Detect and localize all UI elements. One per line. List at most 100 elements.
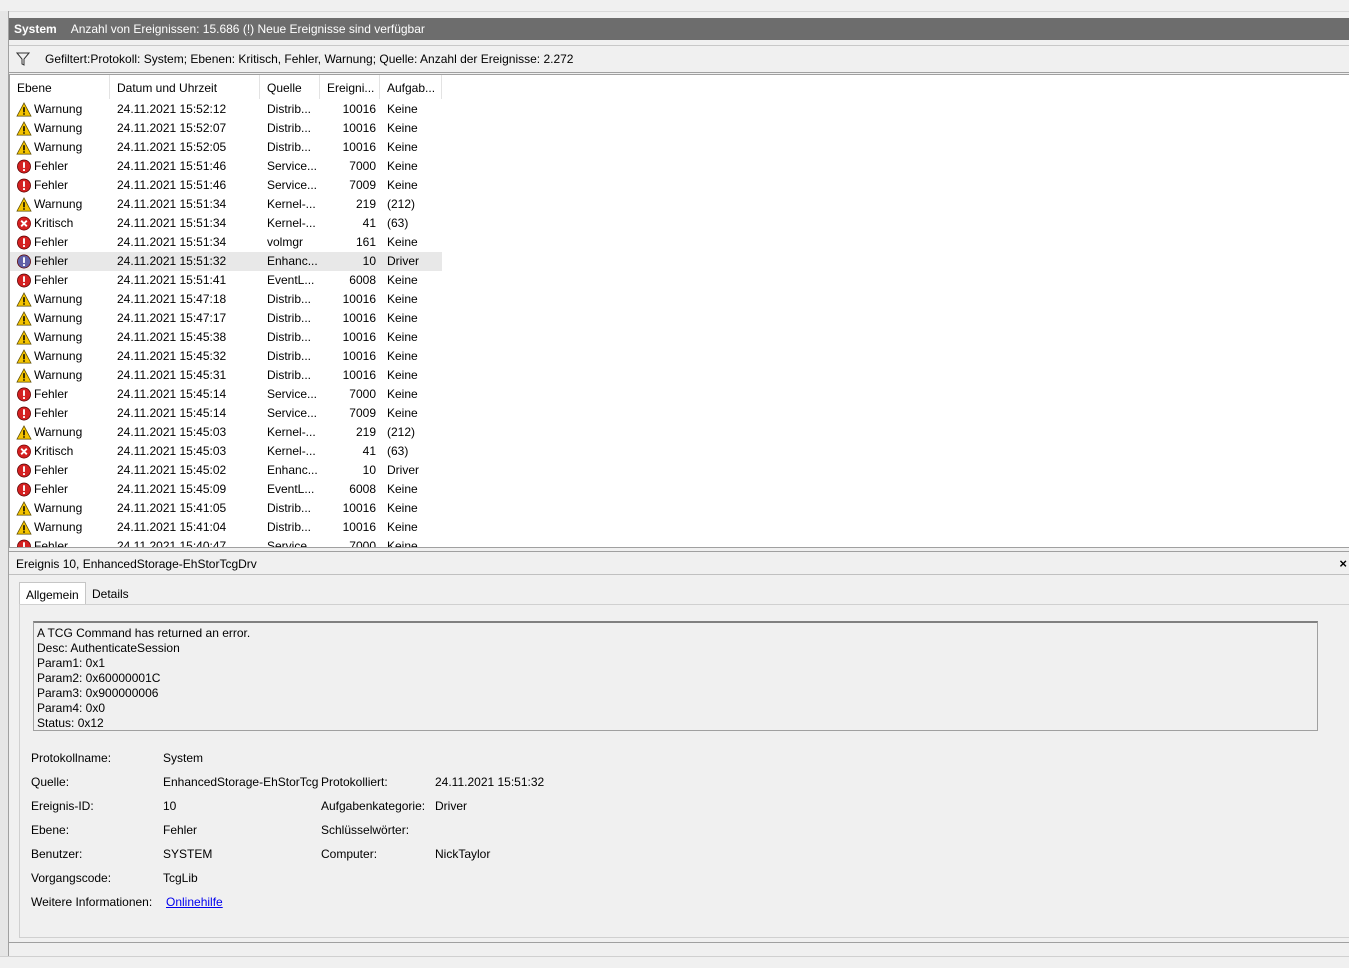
source-cell: Service...	[267, 159, 318, 173]
table-row[interactable]: Fehler 24.11.2021 15:45:02 Enhanc... 10 Driv…	[10, 461, 442, 480]
source-cell: Distrib...	[267, 368, 312, 382]
warning-icon	[16, 140, 32, 155]
event-id-cell: 6008	[349, 273, 376, 287]
level-text: Warnung	[34, 121, 83, 135]
level-cell: Fehler	[14, 404, 114, 423]
event-id-cell: 7000	[349, 387, 376, 401]
table-row[interactable]: Fehler 24.11.2021 15:40:47 Service... 7000 K…	[10, 537, 442, 548]
level-cell: Warnung	[14, 100, 114, 119]
column-header-ereignis-id[interactable]: Ereigni...	[320, 75, 380, 99]
column-header-ebene[interactable]: Ebene	[10, 75, 110, 99]
date-cell: 24.11.2021 15:45:09	[117, 482, 227, 496]
event-description[interactable]: A TCG Command has returned an error. Des…	[33, 621, 1318, 731]
level-cell: Warnung	[14, 518, 114, 537]
level-text: Fehler	[34, 159, 69, 173]
column-header-aufgabenkategorie[interactable]: Aufgab...	[380, 75, 442, 99]
table-row[interactable]: Warnung 24.11.2021 15:47:17 Distrib... 1001…	[10, 309, 442, 328]
source-cell: volmgr	[267, 235, 304, 249]
tab-allgemein[interactable]: Allgemein	[19, 582, 86, 604]
warning-icon	[16, 501, 32, 516]
table-row[interactable]: Fehler 24.11.2021 15:51:41 EventL... 6008 Ke…	[10, 271, 442, 290]
close-icon[interactable]: ×	[1339, 552, 1347, 576]
onlinehilfe-link[interactable]: Onlinehilfe	[166, 895, 223, 909]
table-row[interactable]: Warnung 24.11.2021 15:47:18 Distrib... 1001…	[10, 290, 442, 309]
event-id-cell: 10016	[342, 501, 376, 515]
table-row[interactable]: Warnung 24.11.2021 15:52:05 Distrib... 1001…	[10, 138, 442, 157]
source-cell: Distrib...	[267, 349, 312, 363]
event-id-cell: 10016	[342, 311, 376, 325]
table-row[interactable]: Fehler 24.11.2021 15:45:09 EventL... 6008 Ke…	[10, 480, 442, 499]
date-cell: 24.11.2021 15:52:05	[117, 140, 227, 154]
task-category-cell: Keine	[387, 159, 418, 173]
date-cell: 24.11.2021 15:51:34	[117, 216, 227, 230]
level-text: Fehler	[34, 178, 69, 192]
column-header-quelle[interactable]: Quelle	[260, 75, 320, 99]
weitere-informationen-label: Weitere Informationen:	[31, 895, 153, 909]
table-row-selected[interactable]: Fehler 24.11.2021 15:51:32 Enhanc... 10 Driv…	[10, 252, 442, 271]
table-row[interactable]: Fehler 24.11.2021 15:51:34 volmgr 161 Keine	[10, 233, 442, 252]
table-row[interactable]: Kritisch 24.11.2021 15:51:34 Kernel-... 41 (…	[10, 214, 442, 233]
table-row[interactable]: Warnung 24.11.2021 15:41:04 Distrib... 1001…	[10, 518, 442, 537]
level-cell: Warnung	[14, 138, 114, 157]
table-row[interactable]: Warnung 24.11.2021 15:52:12 Distrib... 1001…	[10, 100, 442, 119]
log-title-bar: System Anzahl von Ereignissen: 15.686 (!)…	[9, 18, 1349, 40]
event-id-cell: 7009	[349, 178, 376, 192]
source-cell: Distrib...	[267, 330, 312, 344]
table-row[interactable]: Warnung 24.11.2021 15:45:32 Distrib... 1001…	[10, 347, 442, 366]
ebene-label: Ebene:	[31, 823, 70, 837]
event-list[interactable]: Ebene Datum und Uhrzeit Quelle Ereigni..…	[9, 74, 1349, 548]
event-id-cell: 10016	[342, 121, 376, 135]
tab-details[interactable]: Details	[86, 582, 135, 604]
warning-icon	[16, 121, 32, 136]
level-text: Warnung	[34, 197, 83, 211]
table-row[interactable]: Warnung 24.11.2021 15:45:38 Distrib... 1001…	[10, 328, 442, 347]
table-row[interactable]: Warnung 24.11.2021 15:45:03 Kernel-... 219 (…	[10, 423, 442, 442]
table-row[interactable]: Warnung 24.11.2021 15:45:31 Distrib... 1001…	[10, 366, 442, 385]
source-cell: Distrib...	[267, 121, 312, 135]
table-row[interactable]: Kritisch 24.11.2021 15:45:03 Kernel-... 41 (…	[10, 442, 442, 461]
critical-icon	[17, 444, 31, 459]
level-text: Warnung	[34, 292, 83, 306]
task-category-cell: Driver	[387, 463, 419, 477]
error-icon	[17, 254, 31, 269]
protokollname-value: System	[163, 751, 204, 765]
event-id-cell: 41	[362, 216, 376, 230]
date-cell: 24.11.2021 15:45:38	[117, 330, 227, 344]
table-row[interactable]: Warnung 24.11.2021 15:51:34 Kernel-... 219 (…	[10, 195, 442, 214]
level-text: Warnung	[34, 140, 83, 154]
level-text: Kritisch	[34, 444, 74, 458]
source-cell: Kernel-...	[267, 425, 316, 439]
date-cell: 24.11.2021 15:47:18	[117, 292, 227, 306]
column-header-datum[interactable]: Datum und Uhrzeit	[110, 75, 260, 99]
table-row[interactable]: Fehler 24.11.2021 15:45:14 Service... 7000 K…	[10, 385, 442, 404]
level-text: Kritisch	[34, 216, 74, 230]
filter-text: Gefiltert:Protokoll: System; Ebenen: Kri…	[45, 52, 574, 66]
level-cell: Fehler	[14, 537, 114, 547]
table-row[interactable]: Warnung 24.11.2021 15:41:05 Distrib... 1001…	[10, 499, 442, 518]
task-category-cell: Keine	[387, 292, 418, 306]
quelle-label: Quelle:	[31, 775, 70, 789]
table-row[interactable]: Fehler 24.11.2021 15:51:46 Service... 7009 K…	[10, 176, 442, 195]
table-row[interactable]: Fehler 24.11.2021 15:45:14 Service... 7009 K…	[10, 404, 442, 423]
source-cell: Distrib...	[267, 292, 312, 306]
error-icon	[17, 482, 31, 497]
level-text: Fehler	[34, 387, 69, 401]
table-row[interactable]: Fehler 24.11.2021 15:51:46 Service... 7000 K…	[10, 157, 442, 176]
left-splitter[interactable]	[0, 11, 9, 956]
source-cell: Distrib...	[267, 520, 312, 534]
task-category-cell: (212)	[387, 425, 416, 439]
error-icon	[17, 387, 31, 402]
table-row[interactable]: Warnung 24.11.2021 15:52:07 Distrib... 1001…	[10, 119, 442, 138]
task-category-cell: (63)	[387, 216, 409, 230]
source-cell: Kernel-...	[267, 197, 316, 211]
filter-icon[interactable]	[16, 52, 30, 66]
protokollname-label: Protokollname:	[31, 751, 112, 765]
source-cell: Distrib...	[267, 140, 312, 154]
log-name: System	[14, 22, 57, 36]
date-cell: 24.11.2021 15:51:46	[117, 159, 227, 173]
source-cell: Service...	[267, 539, 318, 548]
level-text: Warnung	[34, 425, 83, 439]
date-cell: 24.11.2021 15:47:17	[117, 311, 227, 325]
level-text: Fehler	[34, 482, 69, 496]
event-id-cell: 7000	[349, 539, 376, 548]
